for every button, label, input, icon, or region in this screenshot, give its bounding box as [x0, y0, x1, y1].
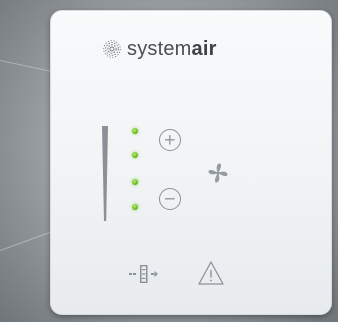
fan-level-led: [132, 152, 138, 158]
brand-name-suffix: air: [191, 38, 217, 60]
alarm-status-button[interactable]: [196, 259, 226, 287]
fan-level-led: [132, 128, 138, 134]
decrease-fan-button[interactable]: [159, 188, 181, 210]
increase-fan-button[interactable]: [159, 129, 181, 151]
brand-logo: systemair: [103, 36, 217, 62]
brand-name-prefix: system: [127, 38, 192, 60]
plus-circle-icon: [165, 135, 175, 145]
filter-icon: [129, 265, 158, 283]
warning-triangle-icon: [198, 261, 224, 285]
minus-circle-icon: [165, 198, 175, 200]
fan-icon: [208, 163, 228, 183]
fan-level-wedge: [102, 126, 108, 221]
filter-status-button[interactable]: [127, 263, 161, 285]
fan-mode-button[interactable]: [205, 160, 231, 186]
fan-level-led: [132, 204, 138, 210]
brand-name: systemair: [127, 36, 217, 62]
control-panel: systemair: [50, 10, 332, 315]
systemair-swirl-icon: [103, 40, 121, 58]
fan-level-led: [132, 179, 138, 185]
